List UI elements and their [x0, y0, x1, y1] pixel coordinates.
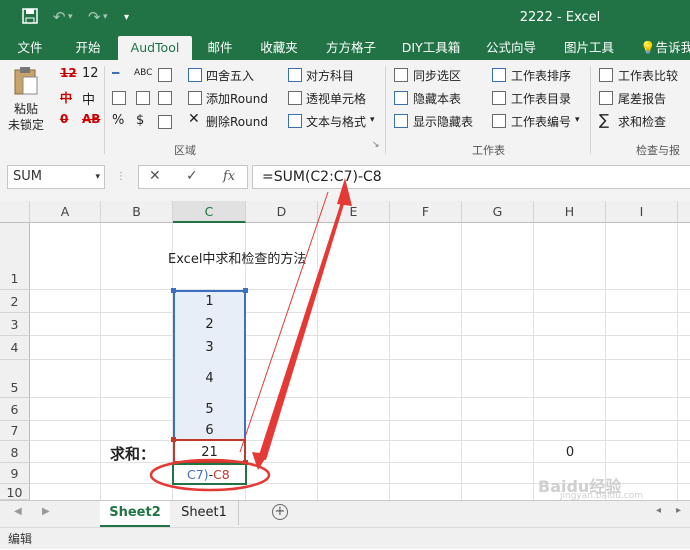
next-sheet-icon[interactable]: ▶ — [42, 506, 50, 517]
status-mode: 编辑 — [8, 532, 33, 546]
sheet-tab-sheet1[interactable]: Sheet1 — [170, 501, 239, 525]
prev-sheet-icon[interactable]: ◀ — [14, 506, 22, 517]
sheet-tab-sheet2[interactable]: Sheet2 — [100, 501, 170, 527]
annotation-arrow — [239, 178, 352, 470]
add-sheet-icon[interactable]: + — [272, 504, 288, 520]
scroll-right-icon[interactable]: ▸ — [676, 505, 681, 516]
status-bar: 编辑 — [0, 527, 690, 549]
sheet-tab-bar: ◀ ▶ Sheet2 Sheet1 + ◂ ▸ — [0, 500, 690, 528]
scroll-left-icon[interactable]: ◂ — [656, 505, 661, 516]
